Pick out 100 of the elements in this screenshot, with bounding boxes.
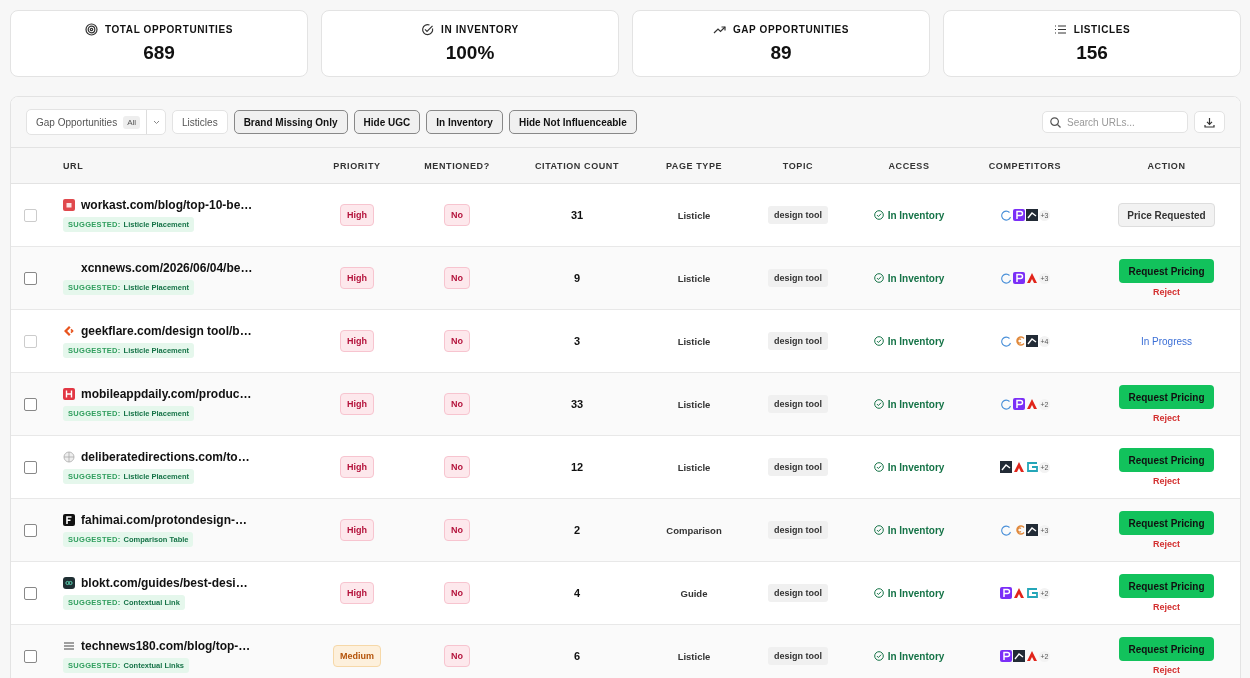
row-checkbox[interactable] [23, 649, 37, 663]
citation-count: 3 [573, 335, 581, 347]
reject-link[interactable]: Reject [1153, 665, 1180, 675]
page-type: Listicle [677, 650, 711, 662]
stat-value: 689 [143, 42, 175, 64]
citation-count: 9 [573, 272, 581, 284]
column-header: COMPETITORS [987, 159, 1063, 173]
globe-icon [63, 451, 75, 463]
page-type: Listicle [677, 398, 711, 410]
mountain-logo-icon [999, 461, 1012, 473]
page-type: Listicle [677, 209, 711, 221]
download-button[interactable] [1194, 111, 1225, 133]
search-field[interactable]: Search URLs... [1042, 111, 1188, 133]
filter-chip[interactable]: Brand Missing Only [233, 110, 348, 134]
ring-logo-icon [999, 524, 1012, 536]
topic-tag: design tool [768, 458, 828, 476]
row-checkbox[interactable] [23, 586, 37, 600]
a-logo-icon [1025, 650, 1038, 662]
column-header: TOPIC [781, 159, 815, 173]
request-pricing-button[interactable]: Request Pricing [1119, 511, 1214, 535]
mentioned-tag: No [444, 456, 470, 478]
request-pricing-button[interactable]: Request Pricing [1119, 259, 1214, 283]
a-logo-icon [1025, 398, 1038, 410]
row-checkbox[interactable] [23, 271, 37, 285]
target-icon [84, 23, 98, 36]
access-status: In Inventory [887, 524, 945, 536]
citation-count: 12 [570, 461, 584, 473]
reject-link[interactable]: Reject [1153, 476, 1180, 486]
filter-chip[interactable]: Listicles [172, 110, 228, 134]
request-pricing-button[interactable]: Request Pricing [1119, 448, 1214, 472]
reject-link[interactable]: Reject [1153, 539, 1180, 549]
column-header: CITATION COUNT [533, 159, 621, 173]
topic-tag: design tool [768, 332, 828, 350]
chevron-down-icon [152, 119, 160, 125]
url-link[interactable]: xcnnews.com/2026/06/04/be… [81, 261, 253, 275]
mentioned-tag: No [444, 393, 470, 415]
url-link[interactable]: deliberatedirections.com/to… [81, 450, 250, 464]
url-link[interactable]: fahimai.com/protondesign-… [81, 513, 247, 527]
filter-chip[interactable]: Hide UGC [353, 110, 421, 134]
mentioned-tag: No [444, 645, 470, 667]
topic-tag: design tool [768, 395, 828, 413]
favicon-icon [63, 514, 75, 526]
filter-dropdown[interactable]: Gap Opportunities All [26, 109, 167, 135]
list-icon [1053, 23, 1067, 36]
filter-chip[interactable]: In Inventory [426, 110, 503, 134]
reject-link[interactable]: Reject [1153, 287, 1180, 297]
check-circle-icon [873, 525, 884, 535]
access-status: In Inventory [887, 461, 945, 473]
mentioned-tag: No [444, 267, 470, 289]
topic-tag: design tool [768, 584, 828, 602]
reject-link[interactable]: Reject [1153, 413, 1180, 423]
ring-logo-icon [999, 272, 1012, 284]
mentioned-tag: No [444, 519, 470, 541]
priority-tag: High [340, 456, 374, 478]
topic-tag: design tool [768, 269, 828, 287]
access-status: In Inventory [887, 272, 945, 284]
column-header: URL [62, 159, 85, 173]
count-badge: All [123, 115, 141, 129]
citation-count: 2 [573, 524, 581, 536]
row-checkbox[interactable] [23, 460, 37, 474]
priority-tag: High [340, 267, 374, 289]
citation-count: 31 [570, 209, 584, 221]
priority-tag: High [340, 582, 374, 604]
url-link[interactable]: blokt.com/guides/best-desi… [81, 576, 248, 590]
access-status: In Inventory [887, 398, 945, 410]
favicon-icon [63, 577, 75, 589]
priority-tag: High [340, 204, 374, 226]
search-icon [1050, 117, 1061, 128]
priority-tag: High [340, 393, 374, 415]
access-status: In Inventory [887, 587, 945, 599]
access-status: In Inventory [887, 650, 945, 662]
topic-tag: design tool [768, 647, 828, 665]
reject-link[interactable]: Reject [1153, 602, 1180, 612]
check-circle-icon [873, 336, 884, 346]
page-type: Guide [680, 587, 708, 599]
download-icon [1204, 116, 1215, 128]
mentioned-tag: No [444, 330, 470, 352]
url-link[interactable]: technews180.com/blog/top-… [81, 639, 251, 653]
filter-chip[interactable]: Hide Not Influenceable [508, 110, 637, 134]
check-circle-icon [873, 399, 884, 409]
check-circle-icon [873, 273, 884, 283]
row-checkbox[interactable] [23, 397, 37, 411]
row-checkbox[interactable] [23, 523, 37, 537]
check-circle-icon [873, 462, 884, 472]
check-circle-icon [873, 588, 884, 598]
url-link[interactable]: mobileappdaily.com/produc… [81, 387, 252, 401]
g-logo-icon [1025, 461, 1038, 473]
topic-tag: design tool [768, 206, 828, 224]
access-status: In Inventory [887, 335, 945, 347]
trending-up-icon [712, 23, 726, 36]
access-status: In Inventory [887, 209, 945, 221]
column-header: PRIORITY [332, 159, 382, 173]
p-logo-icon [1012, 398, 1025, 410]
request-pricing-button[interactable]: Request Pricing [1119, 574, 1214, 598]
check-circle-icon [421, 23, 435, 36]
request-pricing-button[interactable]: Request Pricing [1119, 385, 1214, 409]
g-logo-icon [1025, 587, 1038, 599]
ring-logo-icon [999, 335, 1012, 347]
request-pricing-button[interactable]: Request Pricing [1119, 637, 1214, 661]
p-logo-icon [999, 587, 1012, 599]
